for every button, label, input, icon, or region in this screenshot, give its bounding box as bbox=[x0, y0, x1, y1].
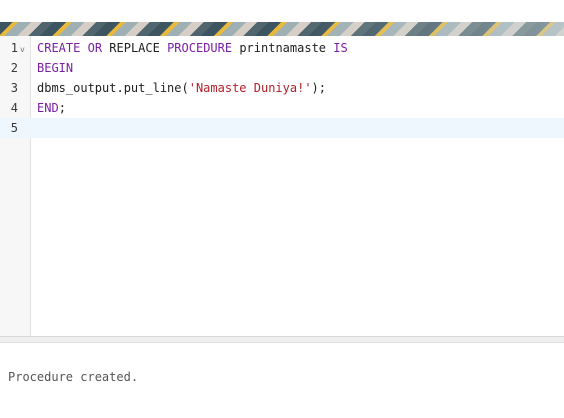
code-text: END; bbox=[37, 98, 66, 118]
line-number: 1 bbox=[10, 41, 18, 55]
code-token: END bbox=[37, 101, 59, 115]
code-token: ); bbox=[311, 81, 326, 95]
banner-pattern bbox=[0, 22, 564, 36]
code-line-4[interactable]: 4 END; bbox=[0, 98, 564, 118]
line-number: 3 bbox=[10, 81, 18, 95]
code-token: BEGIN bbox=[37, 61, 74, 75]
code-token: ; bbox=[58, 101, 66, 115]
output-panel: Procedure created. bbox=[0, 343, 564, 418]
line-number: 5 bbox=[10, 121, 18, 135]
code-line-2[interactable]: 2 BEGIN bbox=[0, 58, 564, 78]
code-token: OR bbox=[87, 41, 103, 55]
panel-resize-handle[interactable] bbox=[0, 336, 564, 343]
code-token: PROCEDURE bbox=[167, 41, 233, 55]
code-line-1[interactable]: 1 v CREATE OR REPLACE PROCEDURE printnam… bbox=[0, 38, 564, 58]
line-number: 2 bbox=[10, 61, 18, 75]
code-token: 'Namaste Duniya!' bbox=[188, 81, 312, 95]
code-line-5-active[interactable]: 5 bbox=[0, 118, 564, 138]
fold-chevron-icon[interactable]: v bbox=[20, 40, 25, 60]
output-message: Procedure created. bbox=[8, 370, 139, 384]
code-token: printnamaste bbox=[232, 41, 334, 55]
code-line-3[interactable]: 3 dbms_output.put_line('Namaste Duniya!'… bbox=[0, 78, 564, 98]
code-text: dbms_output.put_line('Namaste Duniya!'); bbox=[37, 78, 326, 98]
code-token: IS bbox=[333, 41, 348, 55]
code-editor[interactable]: 1 v CREATE OR REPLACE PROCEDURE printnam… bbox=[0, 36, 564, 336]
code-token: CREATE bbox=[37, 41, 81, 55]
code-token: REPLACE bbox=[102, 41, 168, 55]
code-text: BEGIN bbox=[37, 58, 73, 78]
code-token: dbms_output.put_line( bbox=[37, 81, 189, 95]
line-number: 4 bbox=[10, 101, 18, 115]
code-text: CREATE OR REPLACE PROCEDURE printnamaste… bbox=[37, 38, 348, 58]
banner bbox=[0, 0, 564, 36]
